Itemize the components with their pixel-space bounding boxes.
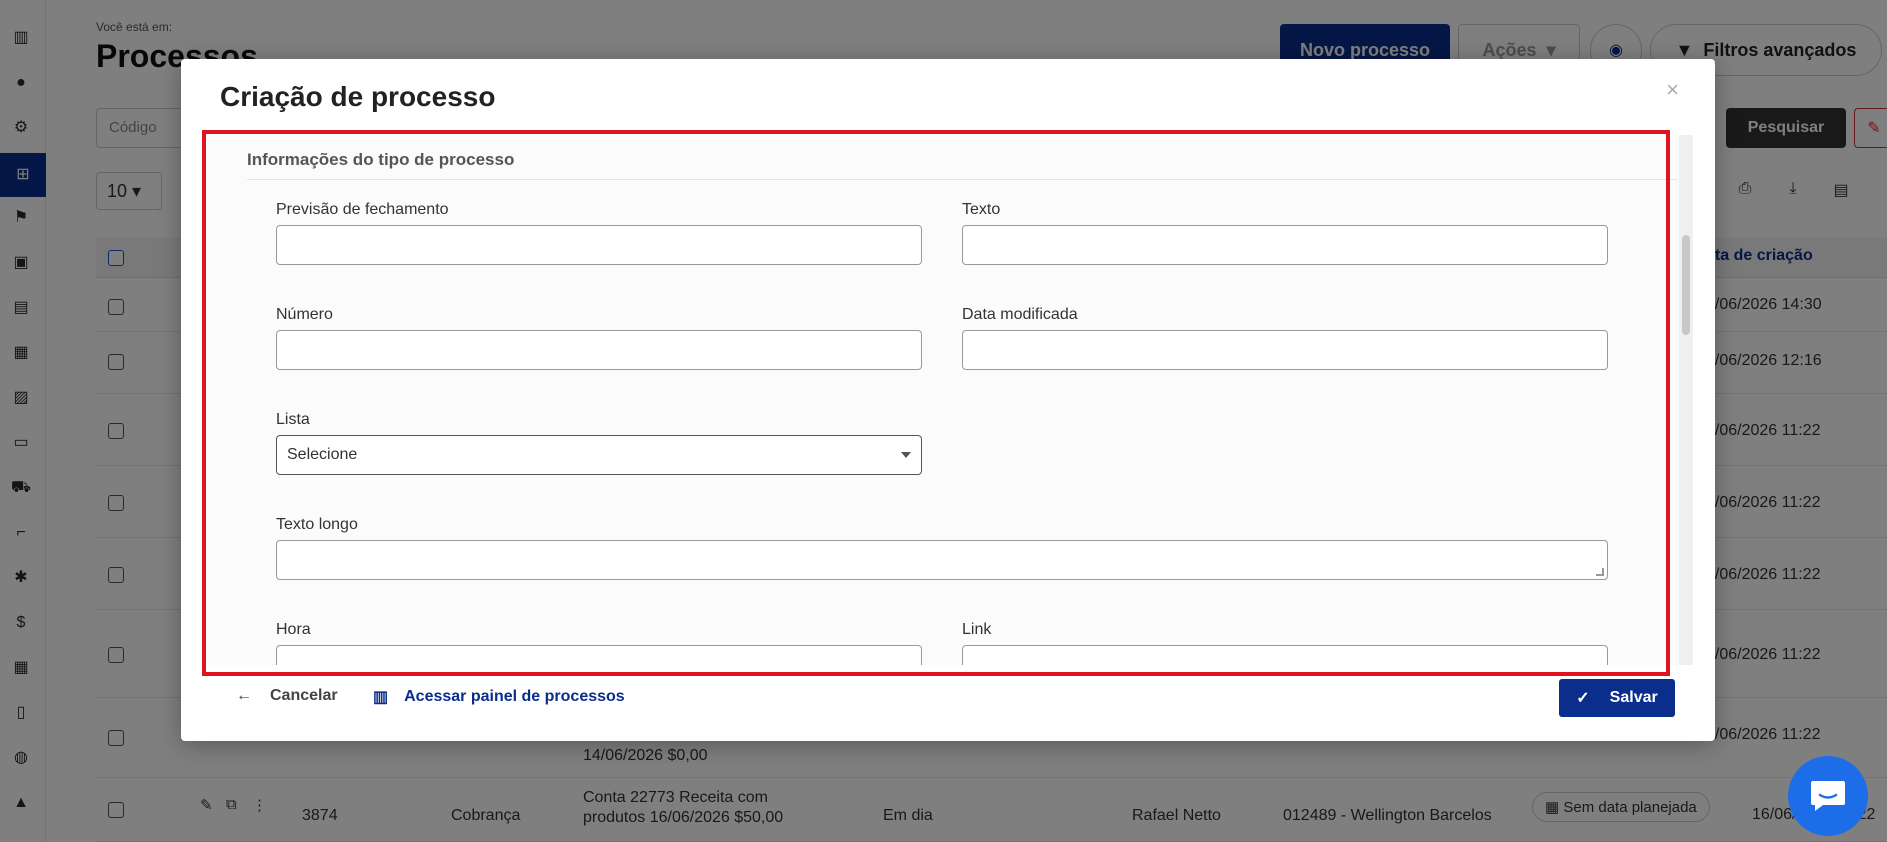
modal-title: Criação de processo — [220, 81, 496, 112]
scrollbar-thumb[interactable] — [1682, 235, 1690, 335]
link-input[interactable] — [962, 645, 1608, 665]
modal-footer: ← Cancelar ▥ Acessar painel de processos… — [181, 679, 1715, 741]
modal-body[interactable]: Informações do tipo de processo Previsão… — [207, 135, 1687, 665]
data-modificada-input[interactable] — [962, 330, 1608, 370]
texto-label: Texto — [962, 201, 1001, 218]
texto-input[interactable] — [962, 225, 1608, 265]
numero-input[interactable] — [276, 330, 922, 370]
texto-longo-textarea[interactable] — [276, 540, 1608, 580]
lista-select[interactable]: Selecione — [276, 435, 922, 475]
cancel-label: Cancelar — [270, 687, 338, 704]
process-panel-link[interactable]: ▥ Acessar painel de processos — [373, 687, 625, 707]
link-label: Link — [962, 621, 992, 638]
hora-label: Hora — [276, 621, 311, 638]
save-button[interactable]: ✓ Salvar — [1559, 679, 1675, 717]
chat-icon — [1811, 781, 1845, 811]
arrow-left-icon: ← — [236, 687, 252, 704]
data-modificada-label: Data modificada — [962, 306, 1078, 323]
chevron-down-icon — [901, 452, 911, 458]
save-label: Salvar — [1609, 689, 1658, 706]
lista-label: Lista — [276, 411, 310, 428]
close-icon[interactable]: × — [1666, 77, 1679, 103]
cancel-button[interactable]: ← Cancelar — [236, 687, 338, 705]
kanban-icon: ▥ — [373, 689, 389, 706]
lista-selected-value: Selecione — [287, 446, 358, 463]
chat-button[interactable] — [1788, 756, 1868, 836]
hora-input[interactable] — [276, 645, 922, 665]
section-title: Informações do tipo de processo — [247, 150, 515, 169]
modal-scrollbar[interactable] — [1679, 135, 1693, 665]
numero-label: Número — [276, 306, 333, 323]
previsao-input[interactable] — [276, 225, 922, 265]
create-process-modal: Criação de processo × Informações do tip… — [181, 59, 1715, 741]
check-icon: ✓ — [1576, 690, 1590, 707]
process-panel-label: Acessar painel de processos — [404, 688, 625, 705]
section-divider — [247, 179, 1677, 180]
texto-longo-label: Texto longo — [276, 516, 358, 533]
previsao-label: Previsão de fechamento — [276, 201, 449, 218]
resize-handle-icon[interactable] — [1596, 568, 1604, 576]
